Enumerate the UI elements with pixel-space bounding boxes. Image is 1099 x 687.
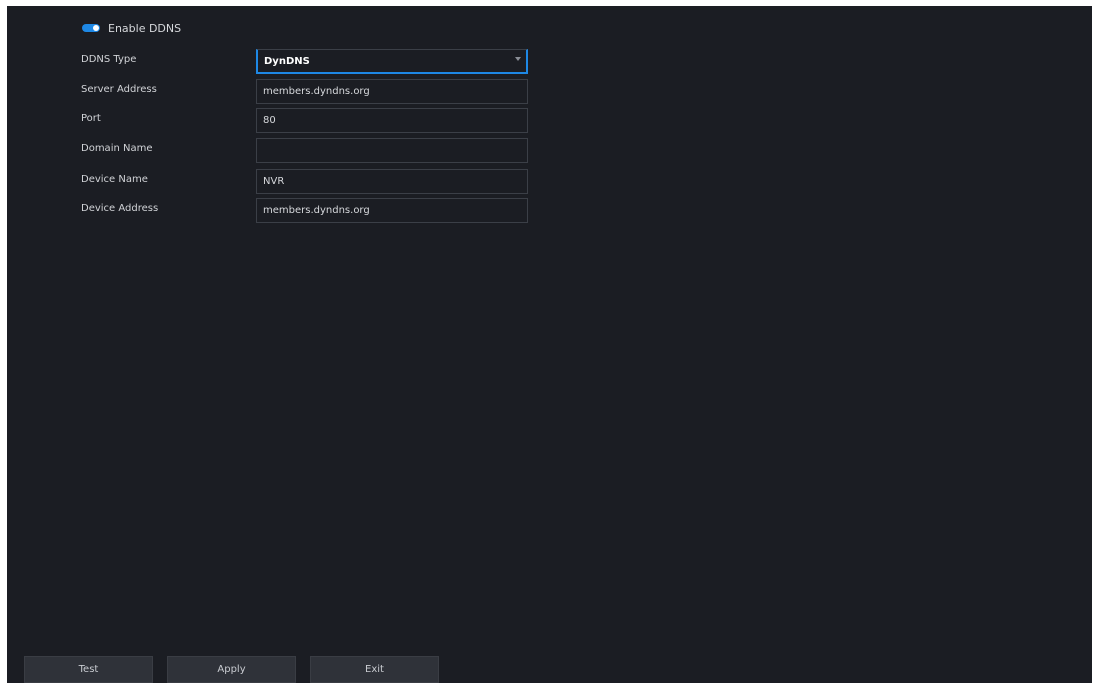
chevron-down-icon [515, 57, 521, 61]
device-address-row: Device Address members.dyndns.org [81, 198, 541, 225]
enable-ddns-label: Enable DDNS [108, 21, 182, 35]
domain-name-field[interactable] [256, 138, 528, 163]
domain-name-row: Domain Name [81, 138, 541, 165]
enable-ddns-row[interactable]: Enable DDNS [82, 20, 181, 36]
port-label: Port [81, 113, 101, 124]
server-address-row: Server Address members.dyndns.org [81, 79, 541, 106]
server-address-field[interactable]: members.dyndns.org [256, 79, 528, 104]
ddns-type-value: DynDNS [264, 56, 310, 67]
port-field[interactable]: 80 [256, 108, 528, 133]
device-name-row: Device Name NVR [81, 169, 541, 196]
ddns-settings-panel: Enable DDNS DDNS Type DynDNS Server Addr… [7, 6, 1092, 683]
ddns-type-row: DDNS Type DynDNS [81, 49, 541, 76]
server-address-label: Server Address [81, 84, 157, 95]
device-address-label: Device Address [81, 203, 159, 214]
apply-button[interactable]: Apply [167, 656, 296, 683]
device-address-field[interactable]: members.dyndns.org [256, 198, 528, 223]
ddns-type-select[interactable]: DynDNS [256, 49, 528, 74]
exit-button[interactable]: Exit [310, 656, 439, 683]
ddns-type-label: DDNS Type [81, 54, 137, 65]
domain-name-label: Domain Name [81, 143, 153, 154]
port-row: Port 80 [81, 108, 541, 135]
test-button[interactable]: Test [24, 656, 153, 683]
device-name-label: Device Name [81, 174, 148, 185]
enable-ddns-toggle[interactable] [82, 24, 100, 32]
device-name-field[interactable]: NVR [256, 169, 528, 194]
